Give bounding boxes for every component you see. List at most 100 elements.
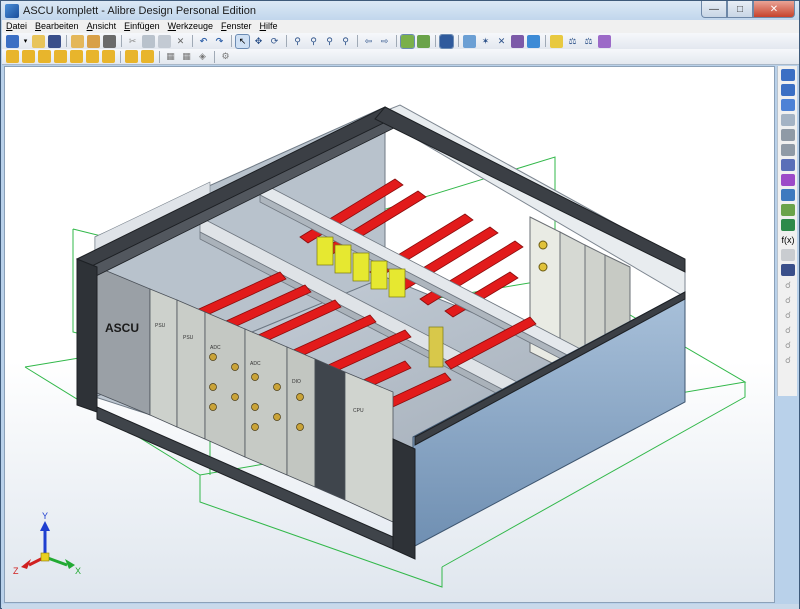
unsuppress-icon[interactable]: ☌ (781, 324, 795, 336)
view-right-icon[interactable] (54, 50, 67, 63)
zoom-window-icon[interactable]: ⚲ (339, 35, 352, 48)
mate-icon[interactable] (781, 219, 795, 231)
insert-part-icon[interactable]: ✶ (479, 35, 492, 48)
anchor-icon[interactable] (781, 204, 795, 216)
undo-icon[interactable]: ↶ (197, 35, 210, 48)
section-view-icon[interactable]: ▦ (164, 50, 177, 63)
menu-ansicht[interactable]: Ansicht (83, 20, 121, 33)
equation-fx-icon[interactable]: f(x) (781, 234, 795, 246)
menu-einfuegen[interactable]: Einfügen (120, 20, 164, 33)
toolbar-separator (121, 35, 122, 47)
next-view-icon[interactable]: ⇨ (378, 35, 391, 48)
open-folder-icon[interactable] (32, 34, 45, 48)
copy-icon[interactable] (142, 34, 155, 48)
view-normal-icon[interactable] (125, 50, 138, 63)
parameters-icon[interactable] (781, 249, 795, 261)
appearance-icon[interactable] (527, 34, 540, 48)
suppress-icon[interactable]: ☌ (781, 309, 795, 321)
select-cursor-icon[interactable]: ↖ (235, 33, 250, 49)
menu-datei-label: atei (12, 21, 28, 31)
sketch-icon[interactable] (400, 33, 415, 49)
save-icon[interactable] (48, 34, 61, 48)
view-isometric-icon[interactable] (102, 50, 115, 63)
edit-icon[interactable] (781, 264, 795, 276)
view-back-icon[interactable] (22, 50, 35, 63)
constrain-icon[interactable] (781, 189, 795, 201)
toolbar-separator (396, 35, 397, 47)
pan-icon[interactable]: ✥ (252, 35, 265, 48)
title-bar[interactable]: ASCU komplett - Alibre Design Personal E… (1, 1, 799, 20)
close-button[interactable]: ✕ (753, 1, 795, 18)
coordinate-system-icon[interactable] (781, 174, 795, 186)
grid-icon[interactable] (781, 114, 795, 126)
menu-hilfe[interactable]: Hilfe (256, 20, 282, 33)
toolbar-separator (214, 50, 215, 63)
view-bottom-icon[interactable] (86, 50, 99, 63)
feature-icon[interactable] (417, 34, 430, 48)
explode-view-icon[interactable]: ▦ (180, 50, 193, 63)
view-front-icon[interactable] (6, 50, 19, 63)
window-title: ASCU komplett - Alibre Design Personal E… (23, 4, 256, 17)
measure-icon[interactable] (463, 34, 476, 48)
new-drawing-icon[interactable] (781, 99, 795, 111)
toolbar-separator (435, 35, 436, 47)
zoom-in-icon[interactable]: ⚲ (291, 35, 304, 48)
menu-bearbeiten-label: earbeiten (41, 21, 79, 31)
window-controls: — □ ✕ (701, 1, 795, 18)
toolbar-separator (159, 50, 160, 63)
redo-icon[interactable]: ↷ (213, 35, 226, 48)
point-icon[interactable] (781, 159, 795, 171)
unlink-icon[interactable]: ☌ (781, 294, 795, 306)
module-label-2: PSU (183, 335, 194, 341)
constraint-icon[interactable]: ✕ (495, 35, 508, 48)
previous-view-icon[interactable]: ⇦ (362, 35, 375, 48)
zoom-out-icon[interactable]: ⚲ (307, 35, 320, 48)
view-rotate-icon[interactable] (141, 50, 154, 63)
rack-assembly-model[interactable]: ASCU PSU PSU ADC ADC DIO CPU Y X Z (5, 67, 775, 603)
plane-icon[interactable] (781, 129, 795, 141)
frame-left-post (76, 258, 98, 413)
material-icon[interactable] (511, 34, 524, 48)
print-icon[interactable] (103, 34, 116, 48)
replace-icon[interactable]: ☌ (781, 339, 795, 351)
maximize-button[interactable]: □ (727, 1, 753, 18)
analyze-icon[interactable] (550, 34, 563, 48)
delete-icon[interactable]: ✕ (174, 35, 187, 48)
mass-properties-icon[interactable]: ⚖ (566, 35, 579, 48)
view-left-icon[interactable] (38, 50, 51, 63)
new-part-icon[interactable] (781, 69, 795, 81)
folder-browse-icon[interactable] (71, 34, 84, 48)
new-document-icon[interactable] (6, 34, 19, 48)
link-icon[interactable]: ☌ (781, 279, 795, 291)
3d-viewport[interactable]: ASCU PSU PSU ADC ADC DIO CPU Y X Z (4, 66, 775, 603)
paste-icon[interactable] (158, 34, 171, 48)
cut-icon[interactable]: ✂ (126, 35, 139, 48)
menu-werkzeuge[interactable]: Werkzeuge (164, 20, 217, 33)
front-panel-title: ASCU (105, 321, 139, 335)
new-assembly-icon[interactable] (781, 84, 795, 96)
menu-datei[interactable]: Datei (2, 20, 31, 33)
settings-gear-icon[interactable]: ⚙ (219, 50, 232, 63)
balance-icon[interactable]: ⚖ (582, 35, 595, 48)
toolbar-separator (192, 35, 193, 47)
workspace-icon[interactable] (87, 34, 100, 48)
app-logo-icon[interactable] (5, 3, 19, 18)
menu-bearbeiten[interactable]: Bearbeiten (31, 20, 83, 33)
minimize-button[interactable]: — (701, 1, 727, 18)
frame-right-post (392, 438, 416, 560)
menu-fenster[interactable]: Fenster (217, 20, 256, 33)
triad-z-label: Z (13, 566, 19, 576)
view-top-icon[interactable] (70, 50, 83, 63)
toolbar-separator (231, 35, 232, 47)
application-window: ASCU komplett - Alibre Design Personal E… (0, 0, 800, 609)
coordinate-triad: Y X Z (13, 511, 81, 576)
status-bar (2, 604, 799, 609)
camera-view-icon[interactable] (439, 33, 454, 49)
rotate-view-icon[interactable]: ⟳ (268, 35, 281, 48)
new-dropdown-chevron-down-icon[interactable]: ▾ (22, 35, 29, 48)
check-interference-icon[interactable]: ☌ (781, 354, 795, 366)
zoom-fit-icon[interactable]: ⚲ (323, 35, 336, 48)
axis-icon[interactable] (781, 144, 795, 156)
wireframe-icon[interactable]: ◈ (196, 50, 209, 63)
render-icon[interactable] (598, 34, 611, 48)
